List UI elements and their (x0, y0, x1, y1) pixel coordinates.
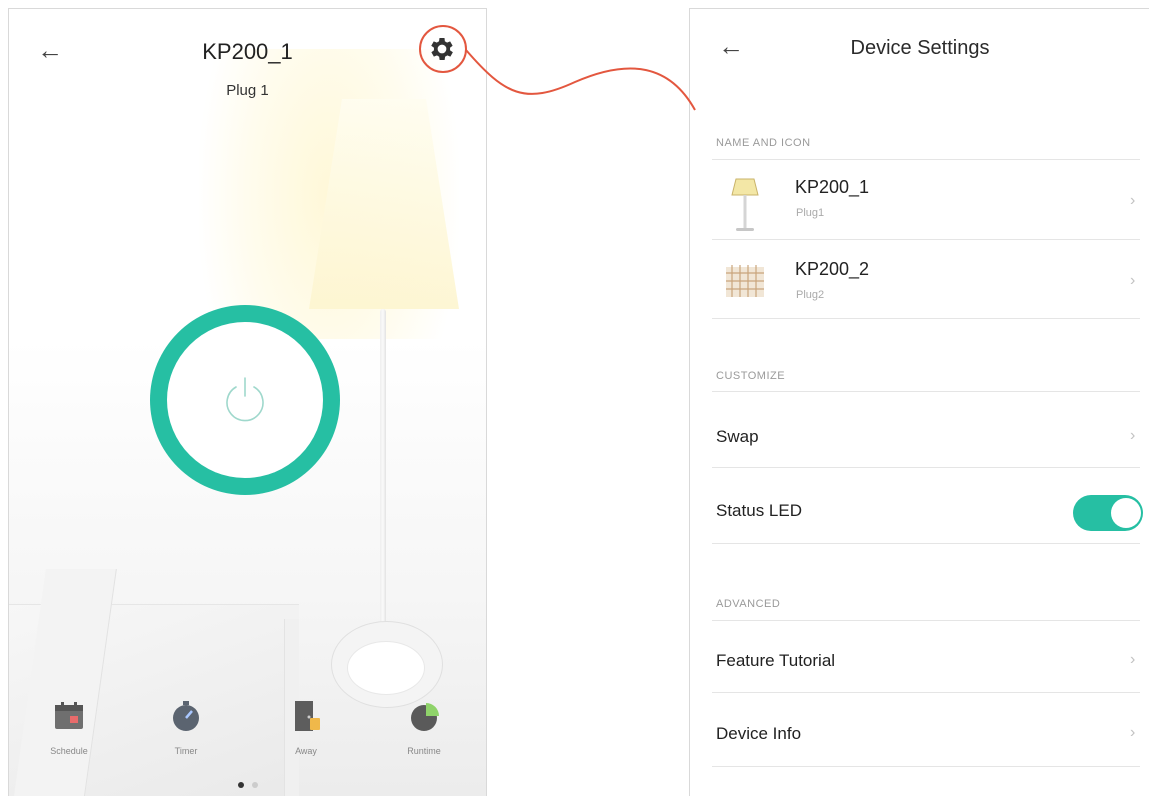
power-button-inner (167, 322, 323, 478)
page-title: Device Settings (850, 37, 990, 59)
string-lights-icon (726, 265, 764, 297)
stopwatch-icon (173, 701, 199, 731)
runtime-label: Runtime (407, 746, 441, 756)
power-button[interactable] (150, 305, 340, 495)
section-header-customize: CUSTOMIZE (716, 370, 786, 382)
page-dot[interactable] (251, 782, 258, 788)
device-plug-label: Plug2 (796, 289, 825, 301)
callout-circle (419, 25, 467, 73)
schedule-button[interactable]: Schedule (29, 699, 109, 756)
device-subtitle: Plug 1 (226, 82, 269, 99)
feature-toolbar: Schedule Timer Away Runtime (9, 699, 486, 769)
device-name: KP200_1 (795, 177, 870, 197)
device-title: KP200_1 (202, 39, 293, 64)
calendar-icon (55, 702, 83, 729)
divider (712, 239, 1140, 240)
power-icon (226, 377, 264, 422)
divider (712, 620, 1140, 621)
away-door-icon (295, 701, 320, 731)
status-led-toggle[interactable] (1073, 495, 1143, 531)
device-plug-label: Plug1 (796, 207, 825, 219)
chevron-right-icon: › (1130, 651, 1136, 668)
divider (712, 159, 1140, 160)
lamp-pole-illustration (380, 309, 386, 649)
device-settings-screen: ← Device Settings NAME AND ICON KP200_1 … (689, 8, 1149, 796)
lamp-base-inner (347, 641, 425, 695)
page-dot-active[interactable] (237, 782, 244, 788)
divider (712, 543, 1140, 544)
schedule-label: Schedule (50, 746, 88, 756)
section-header-advanced: ADVANCED (716, 598, 781, 610)
device-control-screen: ← KP200_1 Plug 1 Schedule Timer Away Run… (8, 8, 487, 796)
swap-label: Swap (716, 427, 759, 446)
status-led-label: Status LED (716, 501, 802, 520)
device-header: ← KP200_1 Plug 1 (9, 9, 486, 119)
chevron-right-icon: › (1130, 192, 1136, 209)
chevron-right-icon: › (1130, 724, 1136, 741)
section-header-name-and-icon: NAME AND ICON (716, 137, 811, 149)
chevron-right-icon: › (1130, 272, 1136, 289)
feature-tutorial-label: Feature Tutorial (716, 651, 836, 670)
away-label: Away (295, 746, 317, 756)
page-indicator (9, 775, 486, 793)
away-button[interactable]: Away (266, 699, 346, 756)
device-info-label: Device Info (716, 724, 802, 743)
floor-lamp-icon (731, 178, 759, 231)
runtime-button[interactable]: Runtime (384, 699, 464, 756)
chevron-right-icon: › (1130, 427, 1136, 444)
device-name: KP200_2 (795, 259, 870, 279)
toggle-knob (1111, 498, 1141, 528)
timer-label: Timer (174, 746, 198, 756)
divider (712, 318, 1140, 319)
divider (712, 692, 1140, 693)
divider (712, 467, 1140, 468)
timer-button[interactable]: Timer (146, 699, 226, 756)
divider (712, 766, 1140, 767)
divider (712, 391, 1140, 392)
runtime-chart-icon (411, 703, 439, 731)
